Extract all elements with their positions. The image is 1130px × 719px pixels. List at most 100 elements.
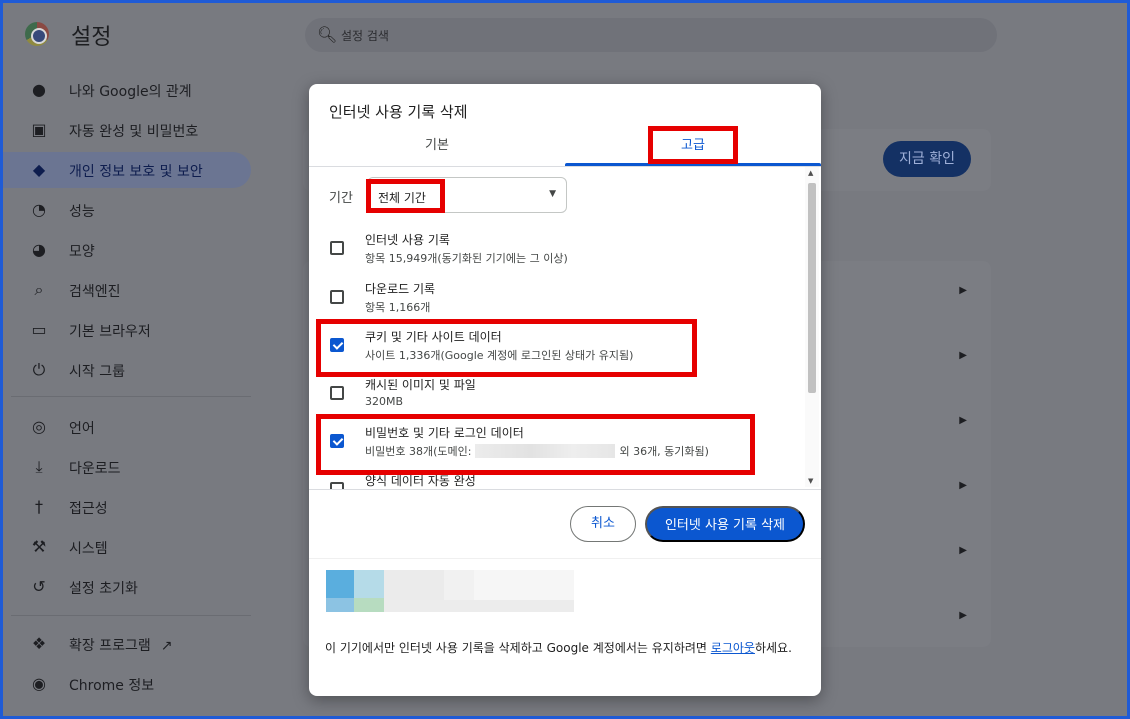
data-type-list[interactable]: 기간 전체 기간 ▼ 인터넷 사용 기록 항목 15,949개(동기화된 기기에… — [309, 167, 821, 489]
globe-icon: ◎ — [32, 417, 46, 436]
power-icon: ⏻ — [32, 360, 46, 379]
wrench-icon: ⚒ — [31, 537, 47, 556]
list-item-cookies[interactable]: 쿠키 및 기타 사이트 데이터 사이트 1,336개(Google 계정에 로그… — [309, 322, 805, 370]
list-item-cache[interactable]: 캐시된 이미지 및 파일 320MB — [309, 370, 805, 418]
time-range-value: 전체 기간 — [378, 191, 426, 205]
sidebar-item-languages[interactable]: ◎ 언어 — [3, 409, 251, 445]
sidebar-item-google[interactable]: ● 나와 Google의 관계 — [3, 72, 251, 108]
item-title: 비밀번호 및 기타 로그인 데이터 — [365, 426, 524, 440]
checkbox-download-history[interactable] — [330, 290, 344, 304]
item-title: 다운로드 기록 — [365, 282, 436, 296]
time-range-label: 기간 — [329, 191, 353, 206]
sidebar-item-label: 접근성 — [69, 501, 108, 517]
arrow-right-icon[interactable]: ▶ — [959, 545, 967, 556]
footer-note: 이 기기에서만 인터넷 사용 기록을 삭제하고 Google 계정에서는 유지하… — [325, 638, 809, 659]
redacted-domain — [475, 444, 616, 458]
logout-link[interactable]: 로그아웃 — [711, 641, 755, 655]
person-icon: ● — [32, 80, 46, 99]
arrow-right-icon[interactable]: ▶ — [959, 350, 967, 361]
sidebar-item-accessibility[interactable]: † 접근성 — [3, 489, 251, 525]
puzzle-icon: ❖ — [31, 634, 47, 653]
sidebar-item-label: 나와 Google의 관계 — [69, 84, 192, 100]
sidebar-item-autofill[interactable]: ▣ 자동 완성 및 비밀번호 — [3, 112, 251, 148]
sidebar-item-label: 기본 브라우저 — [69, 324, 151, 340]
password-desc-suffix: 외 36개, 동기화됨) — [619, 445, 709, 458]
sidebar-item-label: 검색엔진 — [69, 284, 121, 300]
item-desc: 항목 15,949개(동기화된 기기에는 그 이상) — [365, 252, 568, 265]
sidebar-item-system[interactable]: ⚒ 시스템 — [3, 529, 251, 565]
scroll-down-arrow-icon[interactable]: ▼ — [808, 477, 813, 485]
sidebar-item-label: 시스템 — [69, 541, 108, 557]
arrow-right-icon[interactable]: ▶ — [959, 285, 967, 296]
clear-data-button[interactable]: 인터넷 사용 기록 삭제 — [645, 506, 805, 542]
sidebar-item-label: 언어 — [69, 421, 95, 437]
sidebar-divider — [11, 615, 251, 616]
time-range-select[interactable]: 전체 기간 ▼ — [367, 177, 567, 213]
arrow-right-icon[interactable]: ▶ — [959, 480, 967, 491]
chevron-down-icon: ▼ — [549, 189, 556, 199]
gauge-icon: ◔ — [32, 200, 46, 219]
checkbox-cookies[interactable] — [330, 338, 344, 352]
tab-basic[interactable]: 기본 — [309, 132, 565, 166]
sidebar-item-extensions[interactable]: ❖ 확장 프로그램 ↗ — [3, 626, 251, 662]
external-link-icon: ↗ — [160, 638, 173, 654]
item-desc: 320MB — [365, 395, 404, 408]
item-desc: 항목 1,166개 — [365, 301, 431, 314]
chrome-logo-icon — [25, 22, 49, 46]
chrome-icon: ◉ — [32, 674, 46, 693]
sidebar-item-default-browser[interactable]: ▭ 기본 브라우저 — [3, 312, 251, 348]
list-item-download-history[interactable]: 다운로드 기록 항목 1,166개 — [309, 274, 805, 322]
checkbox-cache[interactable] — [330, 386, 344, 400]
accessibility-icon: † — [35, 497, 43, 516]
search-icon: ⌕ — [34, 280, 44, 299]
sidebar-item-search-engine[interactable]: ⌕ 검색엔진 — [3, 272, 251, 308]
list-item-browsing-history[interactable]: 인터넷 사용 기록 항목 15,949개(동기화된 기기에는 그 이상) — [309, 225, 805, 273]
sidebar-item-performance[interactable]: ◔ 성능 — [3, 192, 251, 228]
settings-header: 설정 🔍︎ 설정 검색 — [3, 3, 1127, 65]
scroll-up-arrow-icon[interactable]: ▲ — [808, 169, 813, 177]
clipboard-icon: ▣ — [31, 120, 47, 139]
cancel-button[interactable]: 취소 — [570, 506, 636, 542]
item-title: 쿠키 및 기타 사이트 데이터 — [365, 330, 502, 344]
sidebar-item-about[interactable]: ◉ Chrome 정보 — [3, 666, 251, 702]
sidebar-item-startup[interactable]: ⏻ 시작 그룹 — [3, 352, 251, 388]
sidebar-item-label: Chrome 정보 — [69, 678, 155, 694]
check-now-button[interactable]: 지금 확인 — [883, 141, 971, 177]
arrow-right-icon[interactable]: ▶ — [959, 415, 967, 426]
checkbox-browsing-history[interactable] — [330, 241, 344, 255]
sidebar-item-label: 모양 — [69, 244, 95, 260]
download-icon: ⤓ — [35, 457, 43, 476]
footer-suffix: 하세요. — [754, 641, 792, 655]
list-scrollbar[interactable]: ▲ ▼ — [805, 167, 819, 487]
clear-browsing-data-dialog: 인터넷 사용 기록 삭제 기본 고급 기간 전체 기간 ▼ 인터넷 사용 기록 … — [309, 84, 821, 696]
settings-search[interactable]: 🔍︎ 설정 검색 — [305, 18, 997, 52]
sidebar-item-appearance[interactable]: ◕ 모양 — [3, 232, 251, 268]
sidebar-item-label: 개인 정보 보호 및 보안 — [69, 164, 203, 180]
sidebar-item-label: 자동 완성 및 비밀번호 — [69, 124, 199, 140]
list-item-passwords[interactable]: 비밀번호 및 기타 로그인 데이터 비밀번호 38개(도메인: 외 36개, 동기… — [309, 418, 805, 466]
list-divider — [309, 489, 821, 490]
account-avatar-redacted — [326, 570, 576, 612]
sidebar-item-reset[interactable]: ↺ 설정 초기화 — [3, 569, 251, 605]
scrollbar-thumb[interactable] — [808, 183, 816, 393]
sidebar-item-privacy[interactable]: ◆ 개인 정보 보호 및 보안 — [3, 152, 251, 188]
extensions-label-text: 확장 프로그램 — [69, 638, 151, 654]
checkbox-passwords[interactable] — [330, 434, 344, 448]
sidebar-divider — [11, 396, 251, 397]
tab-advanced[interactable]: 고급 — [565, 132, 821, 166]
sidebar-item-label: 확장 프로그램 ↗ — [69, 635, 172, 655]
reset-icon: ↺ — [32, 577, 46, 596]
item-desc: 비밀번호 38개(도메인: 외 36개, 동기화됨) — [365, 443, 709, 459]
item-title: 캐시된 이미지 및 파일 — [365, 378, 476, 392]
checkbox-autofill[interactable] — [330, 482, 344, 489]
page-title: 설정 — [71, 25, 112, 50]
search-placeholder: 설정 검색 — [341, 29, 389, 43]
list-item-autofill[interactable]: 양식 데이터 자동 완성 — [309, 466, 805, 489]
browser-icon: ▭ — [31, 320, 47, 339]
arrow-right-icon[interactable]: ▶ — [959, 610, 967, 621]
footer-divider — [309, 558, 821, 559]
sidebar-item-downloads[interactable]: ⤓ 다운로드 — [3, 449, 251, 485]
shield-icon: ◆ — [32, 160, 46, 179]
sidebar-item-label: 시작 그룹 — [69, 364, 125, 380]
search-icon: 🔍︎ — [317, 25, 338, 44]
